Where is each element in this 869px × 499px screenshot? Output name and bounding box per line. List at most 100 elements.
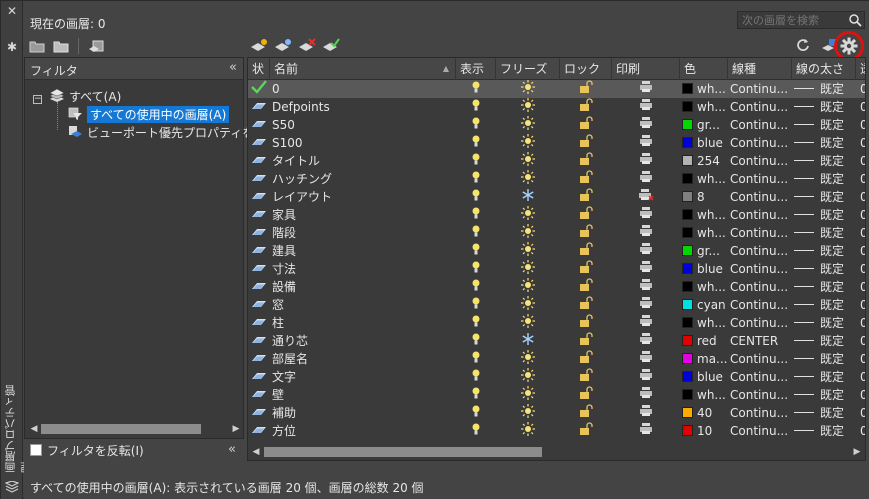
status-cell[interactable] bbox=[248, 188, 270, 206]
status-cell[interactable] bbox=[248, 242, 270, 260]
layer-row[interactable]: 壁 wh... Continu... 既定 0 bbox=[248, 386, 865, 404]
status-cell[interactable] bbox=[248, 152, 270, 170]
plot-toggle[interactable] bbox=[612, 116, 680, 134]
transparency-cell[interactable]: 0 bbox=[860, 260, 865, 278]
freeze-toggle[interactable] bbox=[496, 296, 560, 314]
freeze-toggle[interactable] bbox=[496, 260, 560, 278]
transparency-cell[interactable]: 0 bbox=[860, 224, 865, 242]
transparency-cell[interactable]: 0 bbox=[860, 98, 865, 116]
on-toggle[interactable] bbox=[456, 422, 496, 440]
linetype-cell[interactable]: Continu... bbox=[730, 224, 792, 242]
color-cell[interactable]: wh... bbox=[682, 314, 728, 332]
status-cell[interactable] bbox=[248, 116, 270, 134]
layer-name-cell[interactable]: 階段 bbox=[272, 224, 456, 242]
plot-toggle[interactable] bbox=[612, 170, 680, 188]
delete-layer-button[interactable] bbox=[298, 37, 316, 53]
freeze-toggle[interactable] bbox=[496, 116, 560, 134]
transparency-cell[interactable]: 0 bbox=[860, 314, 865, 332]
plot-toggle[interactable] bbox=[612, 134, 680, 152]
lineweight-cell[interactable]: 既定 bbox=[794, 170, 856, 188]
status-cell[interactable] bbox=[248, 350, 270, 368]
lineweight-cell[interactable]: 既定 bbox=[794, 116, 856, 134]
linetype-cell[interactable]: Continu... bbox=[730, 368, 792, 386]
on-toggle[interactable] bbox=[456, 260, 496, 278]
layer-name-cell[interactable]: 文字 bbox=[272, 368, 456, 386]
freeze-toggle[interactable] bbox=[496, 278, 560, 296]
column-header-color[interactable]: 色 bbox=[680, 58, 728, 80]
freeze-toggle[interactable] bbox=[496, 368, 560, 386]
freeze-toggle[interactable] bbox=[496, 188, 560, 206]
lineweight-cell[interactable]: 既定 bbox=[794, 386, 856, 404]
layer-name-cell[interactable]: S100 bbox=[272, 134, 456, 152]
linetype-cell[interactable]: Continu... bbox=[730, 242, 792, 260]
transparency-cell[interactable]: 0 bbox=[860, 152, 865, 170]
transparency-cell[interactable]: 0 bbox=[860, 242, 865, 260]
palette-settings-icon[interactable]: ✱ bbox=[6, 41, 18, 53]
freeze-toggle[interactable] bbox=[496, 80, 560, 98]
on-toggle[interactable] bbox=[456, 404, 496, 422]
layer-name-cell[interactable]: 建具 bbox=[272, 242, 456, 260]
plot-toggle[interactable] bbox=[612, 224, 680, 242]
plot-toggle[interactable] bbox=[612, 188, 680, 206]
linetype-cell[interactable]: Continu... bbox=[730, 116, 792, 134]
lock-toggle[interactable] bbox=[560, 80, 612, 98]
on-toggle[interactable] bbox=[456, 350, 496, 368]
layer-row[interactable]: S100 blue Continu... 既定 0 bbox=[248, 134, 865, 152]
lineweight-cell[interactable]: 既定 bbox=[794, 188, 856, 206]
color-cell[interactable]: wh... bbox=[682, 278, 728, 296]
lock-toggle[interactable] bbox=[560, 242, 612, 260]
freeze-toggle[interactable] bbox=[496, 134, 560, 152]
column-header-lock[interactable]: ロック bbox=[560, 58, 612, 80]
lineweight-cell[interactable]: 既定 bbox=[794, 278, 856, 296]
freeze-toggle[interactable] bbox=[496, 350, 560, 368]
on-toggle[interactable] bbox=[456, 386, 496, 404]
freeze-toggle[interactable] bbox=[496, 242, 560, 260]
lock-toggle[interactable] bbox=[560, 260, 612, 278]
on-toggle[interactable] bbox=[456, 368, 496, 386]
color-cell[interactable]: wh... bbox=[682, 80, 728, 98]
transparency-cell[interactable]: 0 bbox=[860, 422, 865, 440]
lock-toggle[interactable] bbox=[560, 116, 612, 134]
linetype-cell[interactable]: Continu... bbox=[730, 296, 792, 314]
status-cell[interactable] bbox=[248, 278, 270, 296]
plot-toggle[interactable] bbox=[612, 332, 680, 350]
lineweight-cell[interactable]: 既定 bbox=[794, 224, 856, 242]
collapse-filter-icon[interactable]: « bbox=[229, 60, 237, 75]
column-header-status[interactable]: 状 bbox=[248, 58, 270, 80]
color-cell[interactable]: ma... bbox=[682, 350, 728, 368]
plot-toggle[interactable] bbox=[612, 98, 680, 116]
on-toggle[interactable] bbox=[456, 98, 496, 116]
plot-toggle[interactable] bbox=[612, 152, 680, 170]
transparency-cell[interactable]: 0 bbox=[860, 278, 865, 296]
layer-states-manager-button[interactable] bbox=[87, 38, 105, 54]
new-layer-button[interactable] bbox=[250, 37, 268, 53]
lock-toggle[interactable] bbox=[560, 152, 612, 170]
layer-name-cell[interactable]: S50 bbox=[272, 116, 456, 134]
on-toggle[interactable] bbox=[456, 116, 496, 134]
color-cell[interactable]: blue bbox=[682, 260, 728, 278]
lock-toggle[interactable] bbox=[560, 98, 612, 116]
freeze-toggle[interactable] bbox=[496, 98, 560, 116]
new-vp-frozen-layer-button[interactable] bbox=[274, 37, 292, 53]
linetype-cell[interactable]: Continu... bbox=[730, 188, 792, 206]
color-cell[interactable]: 254 bbox=[682, 152, 728, 170]
freeze-toggle[interactable] bbox=[496, 206, 560, 224]
transparency-cell[interactable]: 0 bbox=[860, 368, 865, 386]
lineweight-cell[interactable]: 既定 bbox=[794, 80, 856, 98]
refresh-button[interactable] bbox=[794, 37, 812, 53]
plot-toggle[interactable] bbox=[612, 314, 680, 332]
plot-toggle[interactable] bbox=[612, 368, 680, 386]
layer-name-cell[interactable]: 方位 bbox=[272, 422, 456, 440]
collapse-filter-icon-bottom[interactable]: « bbox=[228, 442, 236, 457]
layer-name-cell[interactable]: 設備 bbox=[272, 278, 456, 296]
layer-name-cell[interactable]: 通り芯 bbox=[272, 332, 456, 350]
scroll-thumb[interactable] bbox=[264, 447, 542, 457]
layer-row[interactable]: 文字 blue Continu... 既定 0 bbox=[248, 368, 865, 386]
plot-toggle[interactable] bbox=[612, 296, 680, 314]
layer-name-cell[interactable]: 柱 bbox=[272, 314, 456, 332]
transparency-cell[interactable]: 0 bbox=[860, 170, 865, 188]
status-cell[interactable] bbox=[248, 80, 270, 98]
layer-name-cell[interactable]: 補助 bbox=[272, 404, 456, 422]
scroll-thumb[interactable] bbox=[41, 424, 201, 434]
lock-toggle[interactable] bbox=[560, 224, 612, 242]
